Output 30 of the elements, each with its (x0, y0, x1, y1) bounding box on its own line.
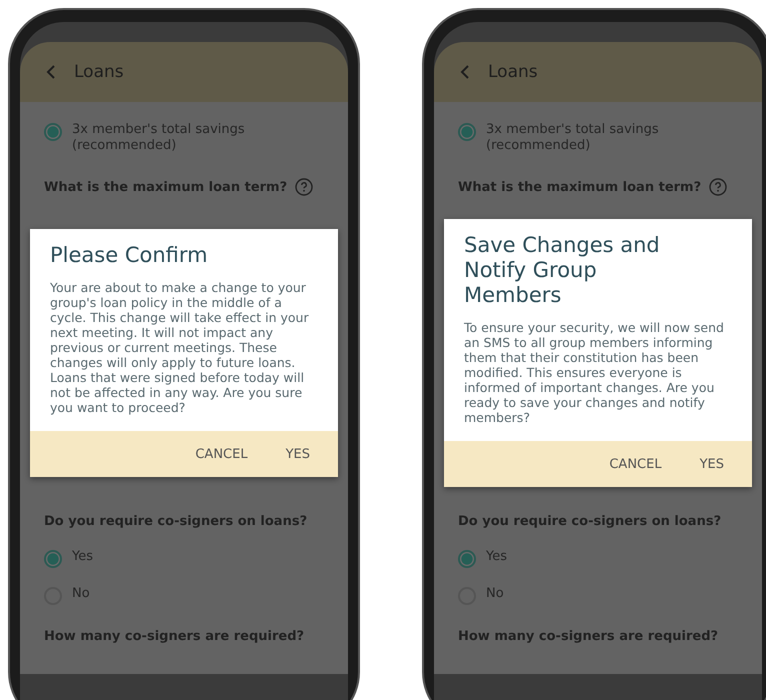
question-label: What is the maximum loan term? (44, 180, 288, 194)
back-icon[interactable] (460, 65, 470, 79)
option-label: Yes (72, 549, 93, 565)
option-label: 3x member's total savings (recommended) (486, 122, 660, 154)
question-label: Do you require co-signers on loans? (458, 514, 722, 529)
question-label: How many co-signers are required? (458, 629, 718, 644)
dialog-button[interactable]: CANCEL (181, 438, 262, 470)
screen-title: Loans (488, 62, 538, 82)
option-label: 3x member's total savings (recommended) (72, 122, 246, 154)
dialog-title: Save Changes and Notify Group Members (463, 232, 661, 308)
dialog-button[interactable]: YES (686, 448, 738, 480)
back-icon[interactable] (46, 65, 56, 79)
dialog-message: To ensure your security, we will now send an SMS to all group members informing them that their constitution has been modified. This ensures everyone is informed of important changes. Are you ready to save your changes and notify members? (463, 319, 725, 427)
help-icon[interactable] (295, 178, 314, 196)
question-label: What is the maximum loan term? (458, 180, 702, 194)
dialog-title: Please Confirm (49, 242, 209, 268)
dialog-button[interactable]: YES (272, 438, 324, 470)
question-label: Do you require co-signers on loans? (44, 514, 308, 529)
question-label: How many co-signers are required? (44, 629, 304, 644)
screen-title: Loans (74, 62, 124, 82)
radio-button[interactable] (44, 550, 62, 568)
option-label: No (72, 586, 90, 602)
help-icon[interactable] (709, 178, 728, 196)
radio-button[interactable] (44, 123, 62, 141)
radio-button[interactable] (458, 123, 476, 141)
option-label: No (486, 586, 504, 602)
dialog-button[interactable]: CANCEL (595, 448, 676, 480)
dialog-message: Your are about to make a change to your group's loan policy in the middle of a cycle. This change will take effect in your next meeting. It will not impact any previous or current meetings. These changes will only apply to future loans. Loans that were signed before today will not be affected in any way. Are you sure you want to proceed? (49, 279, 310, 417)
radio-button[interactable] (458, 550, 476, 568)
option-label: Yes (486, 549, 507, 565)
